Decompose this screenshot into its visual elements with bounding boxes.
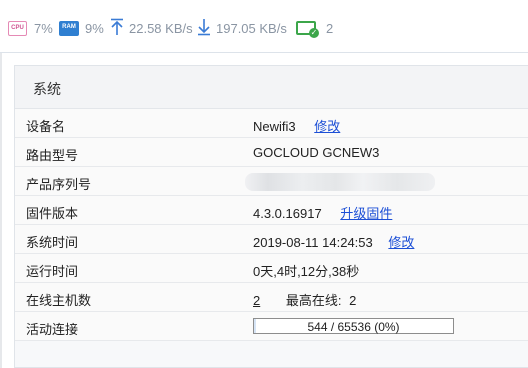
devices-check-icon: ✓ <box>296 21 319 38</box>
download-speed: 197.05 KB/s <box>197 18 287 39</box>
row-device-name: 设备名 Newifi3 修改 <box>15 109 528 138</box>
cpu-icon: CPU <box>8 20 27 36</box>
row-model: 路由型号 GOCLOUD GCNEW3 <box>15 138 528 167</box>
panel-title: 系统 <box>33 81 61 97</box>
ram-value: 9% <box>85 20 104 36</box>
cpu-usage: CPU 7% <box>8 19 53 37</box>
upload-speed: 22.58 KB/s <box>110 18 193 39</box>
row-uptime: 运行时间 0天,4时,12分,38秒 <box>15 254 528 283</box>
devices-count: 2 <box>326 20 334 36</box>
upload-arrow-icon <box>110 18 124 39</box>
system-time-label: 系统时间 <box>26 235 79 250</box>
connections-label: 活动连接 <box>26 322 79 337</box>
device-name-value: Newifi3 修改 <box>253 119 341 134</box>
system-panel: 系统 设备名 Newifi3 修改 路由型号 GOCLOUD GCNEW3 产品… <box>14 65 528 368</box>
row-firmware: 固件版本 4.3.0.16917 升级固件 <box>15 196 528 225</box>
model-label: 路由型号 <box>26 148 79 163</box>
edit-device-name-link[interactable]: 修改 <box>314 119 340 134</box>
firmware-value: 4.3.0.16917 升级固件 <box>253 206 393 221</box>
row-online-hosts: 在线主机数 2 最高在线: 2 <box>15 283 528 312</box>
row-connections: 活动连接 544 / 65536 (0%) <box>15 312 528 341</box>
model-value: GOCLOUD GCNEW3 <box>253 145 380 160</box>
ram-usage: RAM 9% <box>59 19 104 37</box>
peak-online-value: 2 <box>349 293 357 308</box>
upload-value: 22.58 KB/s <box>129 20 193 36</box>
connections-progress-text: 544 / 65536 (0%) <box>307 320 400 334</box>
online-hosts-value: 2 最高在线: 2 <box>253 290 356 309</box>
panel-header: 系统 <box>15 66 528 109</box>
uptime-value: 0天,4时,12分,38秒 <box>253 264 360 279</box>
uptime-label: 运行时间 <box>26 264 79 279</box>
cpu-value: 7% <box>34 20 53 36</box>
download-value: 197.05 KB/s <box>216 20 287 36</box>
firmware-label: 固件版本 <box>26 206 79 221</box>
online-hosts-label: 在线主机数 <box>26 293 92 308</box>
row-system-time: 系统时间 2019-08-11 14:24:53 修改 <box>15 225 528 254</box>
ram-icon: RAM <box>59 20 79 36</box>
connections-progress-bar: 544 / 65536 (0%) <box>253 318 454 334</box>
device-name-label: 设备名 <box>26 119 66 134</box>
system-time-value: 2019-08-11 14:24:53 修改 <box>253 235 415 250</box>
status-bar: CPU 7% RAM 9% 22.58 KB/s 197.05 KB/s ✓ 2 <box>0 0 528 53</box>
serial-label: 产品序列号 <box>26 177 92 192</box>
peak-online-label: 最高在线: <box>285 293 342 308</box>
online-hosts-link[interactable]: 2 <box>253 293 260 308</box>
upgrade-firmware-link[interactable]: 升级固件 <box>340 206 392 221</box>
edit-system-time-link[interactable]: 修改 <box>388 235 414 250</box>
serial-redacted <box>245 173 435 191</box>
connected-devices[interactable]: ✓ 2 <box>296 19 334 38</box>
left-divider <box>0 53 2 368</box>
download-arrow-icon <box>197 18 211 39</box>
row-serial: 产品序列号 <box>15 167 528 196</box>
